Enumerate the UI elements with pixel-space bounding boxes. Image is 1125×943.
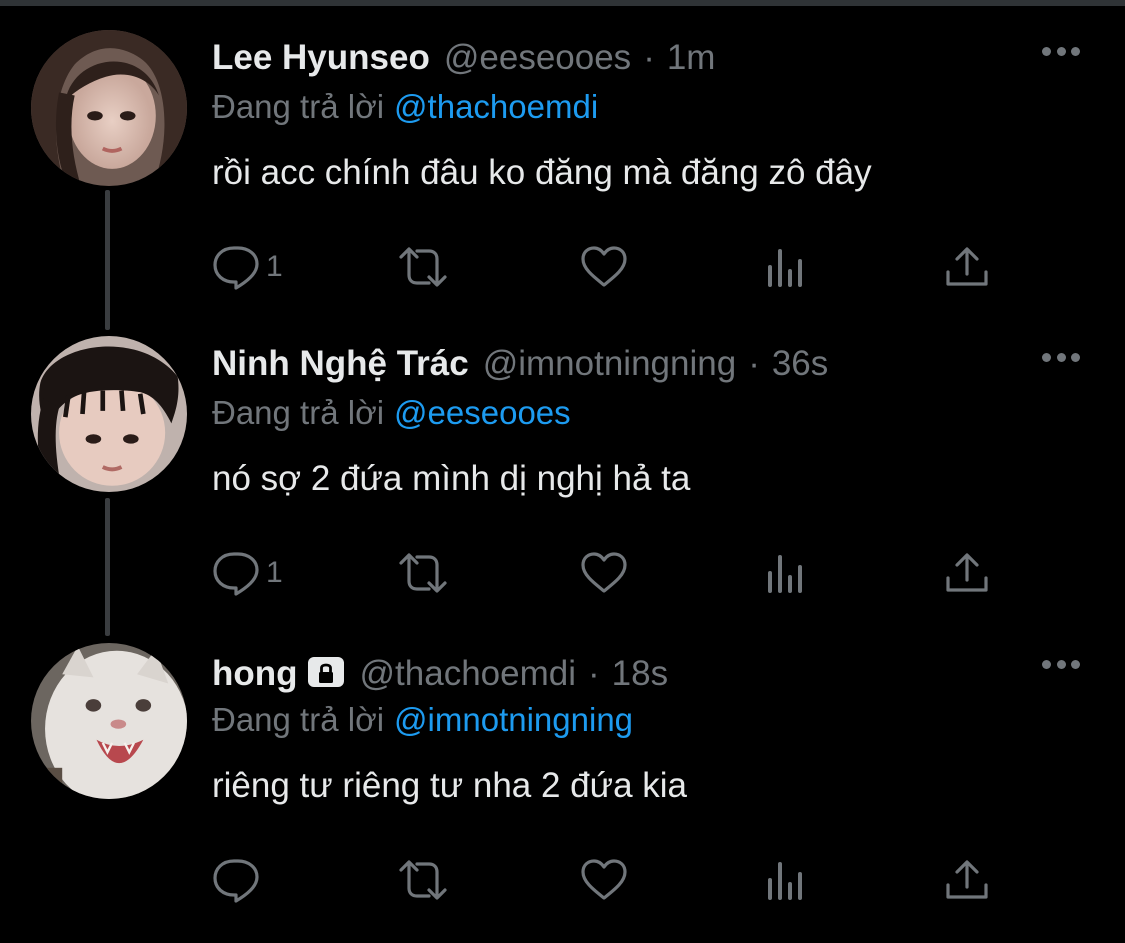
tweet-text: riêng tư riêng tư nha 2 đứa kia	[212, 766, 687, 805]
mention-link[interactable]: @eeseooes	[394, 394, 571, 431]
separator-dot: ·	[748, 344, 760, 383]
share-icon	[944, 859, 990, 901]
user-handle[interactable]: @imnotningning	[483, 344, 736, 384]
timestamp[interactable]: 36s	[772, 344, 828, 384]
share-icon	[944, 552, 990, 594]
avatar[interactable]	[31, 30, 187, 186]
action-bar: 1	[212, 242, 1002, 292]
tweet[interactable]: Lee Hyunseo @eeseooes · 1m Đang trả lời @…	[0, 30, 1125, 330]
reply-count: 1	[266, 556, 283, 589]
replying-label: Đang trả lời	[212, 88, 385, 125]
user-handle[interactable]: @thachoemdi	[360, 654, 576, 694]
share-button[interactable]	[944, 242, 990, 292]
retweet-icon	[395, 551, 451, 595]
lock-icon	[306, 655, 346, 689]
like-icon	[580, 858, 628, 902]
display-name[interactable]: hong	[212, 654, 298, 694]
like-button[interactable]	[580, 548, 628, 598]
retweet-button[interactable]	[395, 242, 451, 292]
share-icon	[944, 246, 990, 288]
retweet-icon	[395, 245, 451, 289]
share-button[interactable]	[944, 855, 990, 905]
mention-link[interactable]: @imnotningning	[394, 701, 633, 738]
replying-label: Đang trả lời	[212, 394, 385, 431]
reply-count: 1	[266, 250, 283, 283]
more-icon[interactable]	[1042, 352, 1080, 362]
action-bar: 1	[212, 548, 1002, 598]
top-divider	[0, 0, 1125, 6]
retweet-icon	[395, 858, 451, 902]
share-button[interactable]	[944, 548, 990, 598]
reply-icon	[212, 244, 260, 290]
tweet-text: nó sợ 2 đứa mình dị nghị hả ta	[212, 459, 691, 498]
replying-to: Đang trả lời @thachoemdi	[212, 88, 598, 126]
tweet-header: Ninh Nghệ Trác @imnotningning · 36s	[212, 344, 828, 388]
tweet-header: Lee Hyunseo @eeseooes · 1m	[212, 38, 715, 82]
tweet[interactable]: hong @thachoemdi · 18s Đang trả lời @imno…	[0, 643, 1125, 943]
tweet-text: rồi acc chính đâu ko đăng mà đăng zô đây	[212, 153, 872, 192]
separator-dot: ·	[588, 654, 600, 693]
tweet-header: hong @thachoemdi · 18s	[212, 651, 668, 695]
separator-dot: ·	[643, 38, 655, 77]
more-icon[interactable]	[1042, 46, 1080, 56]
replying-label: Đang trả lời	[212, 701, 385, 738]
reply-button[interactable]: 1	[212, 242, 283, 292]
like-icon	[580, 551, 628, 595]
action-bar	[212, 855, 1002, 905]
retweet-button[interactable]	[395, 548, 451, 598]
more-icon[interactable]	[1042, 659, 1080, 669]
user-handle[interactable]: @eeseooes	[444, 38, 631, 78]
timestamp[interactable]: 18s	[612, 654, 668, 694]
reply-button[interactable]: 1	[212, 548, 283, 598]
views-button[interactable]	[766, 855, 808, 905]
views-button[interactable]	[766, 548, 808, 598]
avatar[interactable]	[31, 643, 187, 799]
views-icon	[766, 247, 808, 287]
display-name[interactable]: Ninh Nghệ Trác	[212, 344, 469, 384]
retweet-button[interactable]	[395, 855, 451, 905]
views-icon	[766, 553, 808, 593]
like-button[interactable]	[580, 855, 628, 905]
timestamp[interactable]: 1m	[667, 38, 716, 78]
views-icon	[766, 860, 808, 900]
replying-to: Đang trả lời @eeseooes	[212, 394, 571, 432]
replying-to: Đang trả lời @imnotningning	[212, 701, 633, 739]
reply-icon	[212, 857, 260, 903]
like-button[interactable]	[580, 242, 628, 292]
tweet[interactable]: Ninh Nghệ Trác @imnotningning · 36s Đang…	[0, 336, 1125, 636]
avatar[interactable]	[31, 336, 187, 492]
mention-link[interactable]: @thachoemdi	[394, 88, 598, 125]
display-name[interactable]: Lee Hyunseo	[212, 38, 430, 78]
reply-icon	[212, 550, 260, 596]
like-icon	[580, 245, 628, 289]
views-button[interactable]	[766, 242, 808, 292]
reply-button[interactable]	[212, 855, 266, 905]
